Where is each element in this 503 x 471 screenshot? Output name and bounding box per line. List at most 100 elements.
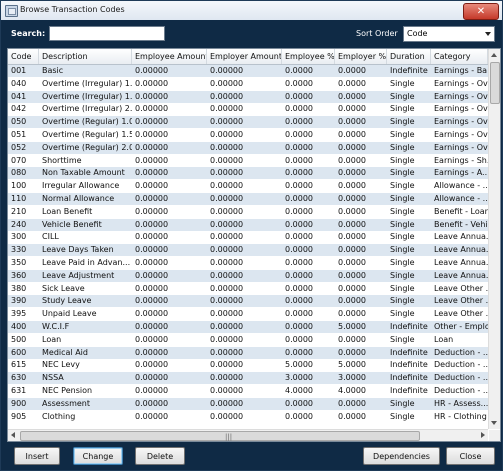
column-header-description[interactable]: Description [39,49,132,64]
cell-description: NSSA [42,373,64,383]
vertical-scrollbar[interactable] [488,49,500,429]
column-header-employer-percent[interactable]: Employer % [335,49,387,64]
cell-employee-percent: 0.0000 [285,206,313,216]
insert-button[interactable]: Insert [14,447,60,465]
cell-duration: Single [390,232,415,242]
scroll-left-icon[interactable] [11,432,15,438]
cell-category: Leave Annua... [434,245,488,255]
table-row[interactable]: 070 Shorttime 0.00000 0.00000 0.0000 0.0000 Si… [8,155,488,167]
close-window-button[interactable]: ✕ [463,3,499,20]
cell-category: Leave Annua... [434,258,488,267]
horizontal-scrollbar[interactable]: ||| [8,429,488,441]
cell-category: Deduction - ... [434,386,488,395]
table-row[interactable]: 080 Non Taxable Amount 0.00000 0.00000 0.000… [8,167,488,180]
cell-employee-amount: 0.00000 [135,398,169,408]
cell-duration: Single [390,283,415,293]
scroll-down-icon[interactable] [491,421,497,425]
cell-duration: Single [390,130,415,139]
window-icon [5,5,18,17]
sort-order-select[interactable]: Code [403,26,495,42]
cell-employee-amount: 0.00000 [135,66,169,75]
search-input[interactable] [49,26,165,41]
table-row[interactable]: 051 Overtime (Regular) 1.5 0.00000 0.00000 0… [8,129,488,141]
table-row[interactable]: 630 NSSA 0.00000 0.00000 3.0000 3.0000 Indefin… [8,372,488,385]
table-row[interactable]: 240 Vehicle Benefit 0.00000 0.00000 0.0000 0.… [8,218,488,231]
scroll-right-icon[interactable] [481,432,485,438]
cell-employer-percent: 5.0000 [338,322,366,331]
cell-code: 052 [11,142,27,152]
cell-duration: Single [390,219,415,229]
table-row[interactable]: 001 Basic 0.00000 0.00000 0.0000 0.0000 Indefi… [8,65,488,77]
cell-description: Irregular Allowance [42,181,120,191]
cell-employee-amount: 0.00000 [135,386,169,395]
cell-employee-amount: 0.00000 [135,309,169,319]
column-header-duration[interactable]: Duration [387,49,431,64]
cell-duration: Single [390,411,415,421]
cell-duration: Single [390,258,415,267]
cell-category: Deduction - ... [434,360,488,370]
table-row[interactable]: 360 Leave Adjustment 0.00000 0.00000 0.0000 0… [8,269,488,282]
transaction-codes-grid: Code Description Employee Amount Employe… [7,48,501,442]
cell-duration: Indefinite [390,66,428,75]
table-row[interactable]: 400 W.C.I.F 0.00000 0.00000 0.0000 5.0000 Inde… [8,321,488,333]
title-bar: Browse Transaction Codes ✕ [1,1,502,21]
cell-employee-percent: 5.0000 [285,360,313,370]
table-row[interactable]: 042 Overtime (Irregular) 2.0 0.00000 0.0000… [8,103,488,115]
column-header-employee-amount[interactable]: Employee Amount [132,49,207,64]
horizontal-scroll-thumb[interactable]: ||| [20,431,420,441]
table-row[interactable]: 052 Overtime (Regular) 2.0 0.00000 0.00000 0… [8,141,488,154]
delete-button[interactable]: Delete [135,447,185,465]
column-header-employee-percent[interactable]: Employee % [282,49,335,64]
cell-description: Sick Leave [42,283,85,293]
column-header-employer-amount[interactable]: Employer Amount [207,49,282,64]
cell-code: 900 [11,398,27,408]
dependencies-button[interactable]: Dependencies [363,447,440,465]
table-row[interactable]: 050 Overtime (Regular) 1.0 0.00000 0.00000 0… [8,116,488,129]
table-row[interactable]: 100 Irregular Allowance 0.00000 0.00000 0.00… [8,180,488,192]
change-button[interactable]: Change [73,447,123,465]
table-row[interactable]: 041 Overtime (Irregular) 1.5 0.00000 0.0000… [8,90,488,103]
table-row[interactable]: 395 Unpaid Leave 0.00000 0.00000 0.0000 0.000… [8,308,488,320]
cell-description: Shorttime [42,155,82,165]
table-row[interactable]: 600 Medical Aid 0.00000 0.00000 0.0000 0.0000… [8,346,488,359]
sort-order-value: Code [407,29,428,38]
cell-employee-percent: 0.0000 [285,232,313,242]
table-row[interactable]: 040 Overtime (Irregular) 1.0 0.00000 0.0000… [8,78,488,90]
table-row[interactable]: 110 Normal Allowance 0.00000 0.00000 0.0000 0… [8,193,488,205]
table-row[interactable]: 300 CILL 0.00000 0.00000 0.0000 0.0000 Single L… [8,231,488,243]
cell-duration: Single [390,194,415,203]
cell-category: Earnings - Ov... [434,130,488,139]
cell-employer-amount: 0.00000 [210,347,244,357]
table-row[interactable]: 350 Leave Paid in Advan... 0.00000 0.00000 0… [8,257,488,269]
cell-code: 050 [11,117,27,127]
table-row[interactable]: 905 Clothing 0.00000 0.00000 0.0000 0.0000 Sin… [8,411,488,423]
vertical-scroll-thumb[interactable] [490,62,500,104]
table-row[interactable]: 615 NEC Levy 0.00000 0.00000 5.0000 5.0000 Ind… [8,359,488,371]
table-row[interactable]: 500 Loan 0.00000 0.00000 0.0000 0.0000 Single L… [8,334,488,346]
table-row[interactable]: 330 Leave Days Taken 0.00000 0.00000 0.0000 0… [8,244,488,257]
table-row[interactable]: 380 Sick Leave 0.00000 0.00000 0.0000 0.0000 S… [8,283,488,295]
cell-duration: Indefinite [390,360,428,370]
cell-description: Overtime (Regular) 2.0 [42,142,132,152]
close-button[interactable]: Close [446,447,495,465]
cell-employee-amount: 0.00000 [135,360,169,370]
cell-category: Other - Emplo... [434,322,488,331]
table-row[interactable]: 390 Study Leave 0.00000 0.00000 0.0000 0.0000… [8,295,488,308]
column-header-category[interactable]: Category [431,49,488,64]
scroll-up-icon[interactable] [491,53,497,57]
cell-code: 400 [11,322,27,331]
cell-employee-amount: 0.00000 [135,283,169,293]
table-row[interactable]: 631 NEC Pension 0.00000 0.00000 4.0000 4.0000… [8,385,488,397]
cell-duration: Single [390,168,415,178]
cell-description: Assessment [42,398,90,408]
cell-code: 380 [11,283,27,293]
table-row[interactable]: 900 Assessment 0.00000 0.00000 0.0000 0.0000 S… [8,397,488,410]
cell-employee-percent: 0.0000 [285,78,313,88]
column-header-code[interactable]: Code [8,49,39,64]
cell-employee-percent: 0.0000 [285,168,313,178]
cell-category: Benefit - Loan [434,206,488,216]
cell-description: NEC Levy [42,360,80,370]
table-row[interactable]: 210 Loan Benefit 0.00000 0.00000 0.0000 0.000… [8,206,488,218]
cell-code: 080 [11,168,27,178]
cell-employer-amount: 0.00000 [210,181,244,191]
